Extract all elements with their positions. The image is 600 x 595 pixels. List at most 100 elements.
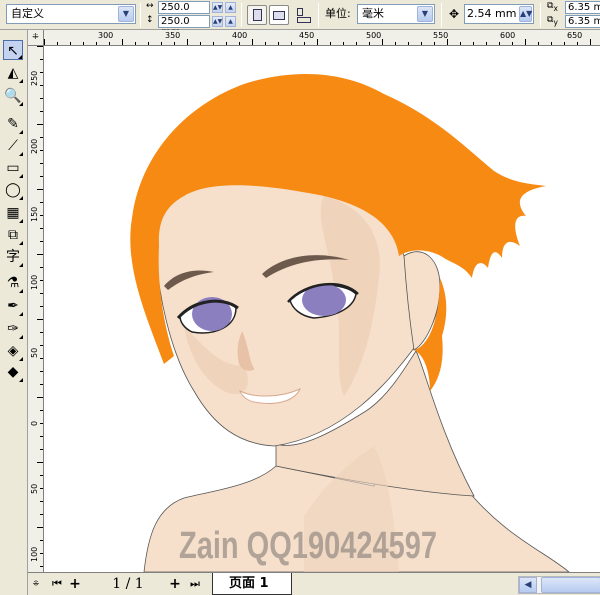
landscape-icon bbox=[273, 11, 285, 20]
graph-paper-tool-button[interactable]: ▦ bbox=[3, 203, 23, 223]
view-manager-corner[interactable]: ⁜ bbox=[28, 572, 44, 595]
scroll-thumb[interactable] bbox=[541, 577, 600, 593]
outline-tool-button[interactable]: ✑ bbox=[3, 319, 23, 339]
units-dropdown[interactable]: 毫米 ▼ bbox=[357, 4, 435, 24]
v-ruler-tick bbox=[37, 319, 43, 320]
first-page-button[interactable]: ⏮ bbox=[50, 576, 64, 592]
smart-draw-tool-button[interactable]: ⟋ bbox=[3, 136, 23, 156]
h-ruler-tick bbox=[447, 39, 448, 45]
v-ruler-tick bbox=[40, 332, 43, 333]
spin-icon[interactable]: ▲▼ bbox=[519, 6, 532, 22]
plus-icon: + bbox=[169, 576, 181, 592]
h-ruler-tick bbox=[382, 39, 383, 45]
v-ruler-tick-label: 250 bbox=[30, 70, 39, 86]
width-input[interactable]: 250.0 mm bbox=[158, 1, 210, 24]
flyout-indicator bbox=[19, 196, 23, 200]
nudge-input[interactable]: 2.54 mm ▲▼ bbox=[464, 4, 534, 24]
v-ruler-tick bbox=[40, 501, 43, 502]
horizontal-scrollbar[interactable]: ◀ bbox=[518, 576, 600, 594]
h-ruler-tick bbox=[577, 42, 578, 45]
width-spin-up-button[interactable]: ▲ bbox=[225, 2, 236, 13]
h-ruler-tick bbox=[213, 42, 214, 45]
page-layout-button[interactable] bbox=[293, 5, 313, 25]
v-ruler-tick bbox=[40, 384, 43, 385]
flyout-indicator bbox=[19, 79, 23, 83]
height-spin-up-button[interactable]: ▲ bbox=[225, 16, 236, 27]
first-page-icon: ⏮ bbox=[52, 577, 62, 590]
v-ruler-tick bbox=[40, 475, 43, 476]
h-ruler-tick bbox=[70, 42, 71, 45]
h-ruler-tick bbox=[330, 42, 331, 45]
units-label: 单位: bbox=[325, 7, 351, 20]
flyout-indicator bbox=[19, 312, 23, 316]
shape-tool-button[interactable]: ◭ bbox=[3, 63, 23, 83]
page-count: 1 / 1 bbox=[112, 576, 144, 592]
h-ruler-tick bbox=[317, 39, 318, 45]
h-ruler-tick bbox=[96, 42, 97, 45]
page-tab[interactable]: 页面 1 bbox=[212, 573, 292, 595]
ruler-origin[interactable]: ⁜ bbox=[28, 30, 44, 46]
h-ruler-tick bbox=[538, 42, 539, 45]
portrait-button[interactable] bbox=[247, 5, 267, 25]
h-ruler-tick bbox=[265, 42, 266, 45]
drawing-canvas[interactable]: Zain QQ190424597 bbox=[44, 46, 600, 572]
toolbox: ↖ ◭ 🔍 ✎ ⟋ ▭ ◯ ▦ ⧉ 字 ⚗ ✒ ✑ ◈ ◆ bbox=[0, 30, 28, 595]
interactive-fill-tool-button[interactable]: ◆ bbox=[3, 362, 23, 382]
h-ruler-tick bbox=[486, 42, 487, 45]
h-ruler-tick bbox=[343, 42, 344, 45]
landscape-button[interactable] bbox=[269, 5, 289, 25]
interactive-blend-tool-button[interactable]: ⚗ bbox=[3, 273, 23, 293]
last-page-button[interactable]: ⏭ bbox=[188, 576, 202, 592]
v-ruler-tick bbox=[40, 202, 43, 203]
eyedropper-tool-button[interactable]: ✒ bbox=[3, 296, 23, 316]
flyout-indicator bbox=[19, 335, 23, 339]
text-tool-icon: 字 bbox=[6, 249, 20, 265]
v-ruler-tick bbox=[40, 449, 43, 450]
h-ruler-tick-label: 400 bbox=[232, 31, 248, 40]
v-ruler-tick bbox=[37, 527, 43, 528]
smart-draw-tool-icon: ⟋ bbox=[8, 138, 18, 154]
zoom-tool-button[interactable]: 🔍 bbox=[3, 86, 23, 106]
text-tool-button[interactable]: 字 bbox=[3, 247, 23, 267]
v-ruler-tick bbox=[40, 540, 43, 541]
h-ruler-tick bbox=[460, 42, 461, 45]
flyout-indicator bbox=[18, 55, 22, 59]
basic-shapes-tool-button[interactable]: ⧉ bbox=[3, 225, 23, 245]
h-ruler-tick bbox=[161, 42, 162, 45]
height-input[interactable]: 250.0 mm bbox=[158, 15, 210, 38]
chevron-down-icon[interactable]: ▼ bbox=[417, 6, 433, 22]
vertical-ruler[interactable]: 250 200 150 100 50 0 50 100 bbox=[28, 46, 44, 572]
property-bar: 自定义 ▼ ↔ 250.0 mm ▲▼ ▲ ↕ 250.0 mm ▲▼ ▲ 单位… bbox=[0, 0, 600, 38]
add-page-after-button[interactable]: + bbox=[168, 576, 182, 592]
v-ruler-tick bbox=[40, 410, 43, 411]
plus-icon: + bbox=[69, 576, 81, 592]
separator bbox=[318, 3, 319, 27]
freehand-tool-button[interactable]: ✎ bbox=[3, 114, 23, 134]
flyout-indicator bbox=[19, 378, 23, 382]
v-ruler-tick bbox=[40, 85, 43, 86]
pick-tool-button[interactable]: ↖ bbox=[3, 40, 23, 60]
v-ruler-tick bbox=[40, 137, 43, 138]
h-ruler-tick bbox=[434, 42, 435, 45]
h-ruler-tick bbox=[525, 39, 526, 45]
v-ruler-tick bbox=[40, 345, 43, 346]
duplicate-x-input[interactable]: 6.35 m bbox=[565, 1, 600, 14]
ellipse-tool-button[interactable]: ◯ bbox=[3, 180, 23, 200]
rectangle-tool-button[interactable]: ▭ bbox=[3, 158, 23, 178]
height-spin-button[interactable]: ▲▼ bbox=[212, 16, 223, 27]
h-ruler-tick bbox=[57, 42, 58, 45]
interactive-fill-tool-icon: ◆ bbox=[7, 364, 19, 380]
add-page-before-button[interactable]: + bbox=[68, 576, 82, 592]
flyout-indicator bbox=[19, 130, 23, 134]
h-ruler-tick bbox=[590, 39, 591, 45]
chevron-down-icon[interactable]: ▼ bbox=[118, 6, 134, 22]
width-spin-button[interactable]: ▲▼ bbox=[212, 2, 223, 13]
h-ruler-tick bbox=[369, 42, 370, 45]
scroll-left-button[interactable]: ◀ bbox=[519, 577, 537, 593]
horizontal-ruler[interactable]: 300 350 400 450 500 550 600 650 bbox=[44, 30, 600, 46]
paper-preset-dropdown[interactable]: 自定义 ▼ bbox=[6, 4, 136, 24]
v-ruler-tick bbox=[40, 306, 43, 307]
fill-tool-button[interactable]: ◈ bbox=[3, 341, 23, 361]
dup-y-label: ⧉y bbox=[547, 15, 558, 27]
duplicate-y-input[interactable]: 6.35 m bbox=[565, 15, 600, 28]
